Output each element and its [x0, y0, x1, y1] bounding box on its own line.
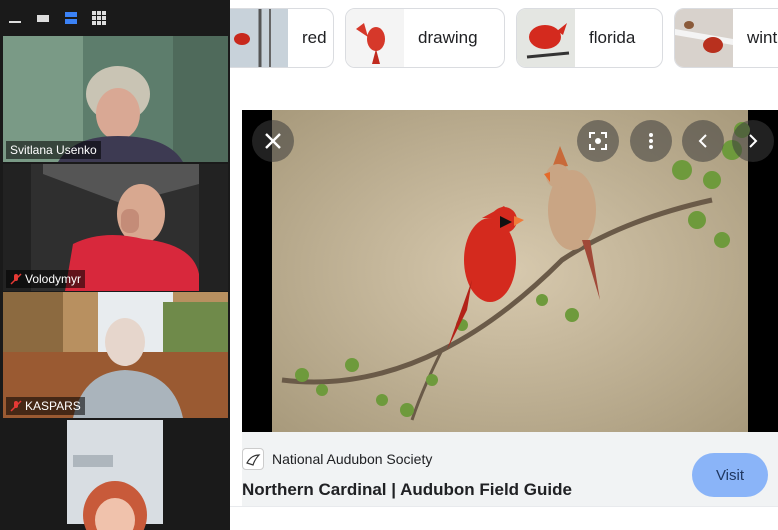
- chip-thumbnail: [517, 9, 575, 67]
- related-chips: red drawing florida wint: [230, 0, 778, 80]
- preview-image[interactable]: [242, 110, 778, 432]
- zoom-gallery-panel: Svitlana Usenko Volodymyr KASPARS: [0, 0, 230, 530]
- chip-label: red: [302, 28, 327, 47]
- participant-tile[interactable]: KASPARS: [3, 292, 228, 418]
- chip-thumbnail: [346, 9, 404, 67]
- speaker-view-icon[interactable]: [62, 9, 80, 27]
- source-row[interactable]: National Audubon Society: [242, 448, 432, 470]
- participant-name: Svitlana Usenko: [10, 143, 97, 157]
- chip-thumbnail: [675, 9, 733, 67]
- image-preview-panel: National Audubon Society Northern Cardin…: [242, 110, 778, 530]
- visit-button[interactable]: Visit: [692, 453, 768, 497]
- participant-name: KASPARS: [25, 399, 81, 413]
- participant-tile[interactable]: Volodymyr: [3, 164, 228, 291]
- google-lens-button[interactable]: [577, 120, 619, 162]
- muted-mic-icon: [10, 400, 22, 412]
- participant-name-tag: Volodymyr: [6, 270, 86, 288]
- participant-name-tag: KASPARS: [6, 397, 85, 415]
- muted-mic-icon: [10, 273, 22, 285]
- chip-red[interactable]: red: [230, 8, 334, 68]
- more-vert-icon: [649, 133, 653, 149]
- chip-label: florida: [589, 28, 636, 47]
- image-search-area: red drawing florida wint National Audubo…: [230, 0, 778, 530]
- bottom-strip: [230, 506, 778, 530]
- close-icon: [265, 133, 281, 149]
- next-image-button[interactable]: [732, 120, 774, 162]
- hide-video-icon[interactable]: [34, 9, 52, 27]
- participant-name: Volodymyr: [25, 272, 82, 286]
- minimize-icon[interactable]: [6, 9, 24, 27]
- chip-florida[interactable]: florida: [516, 8, 663, 68]
- chip-label: wint: [747, 28, 778, 47]
- screen: Svitlana Usenko Volodymyr KASPARS red dr…: [0, 0, 778, 530]
- participant-name-tag: Svitlana Usenko: [6, 141, 101, 159]
- participant-tile[interactable]: [3, 420, 228, 530]
- audubon-logo-icon: [242, 448, 264, 470]
- participant-tile[interactable]: Svitlana Usenko: [3, 36, 228, 162]
- more-options-button[interactable]: [630, 120, 672, 162]
- lens-icon: [589, 132, 607, 150]
- zoom-toolbar: [0, 0, 230, 36]
- chevron-right-icon: [749, 134, 758, 148]
- chip-label: drawing: [418, 28, 478, 47]
- result-title[interactable]: Northern Cardinal | Audubon Field Guide: [242, 480, 572, 500]
- chip-drawing[interactable]: drawing: [345, 8, 505, 68]
- participant-video: [3, 420, 228, 530]
- previous-image-button[interactable]: [682, 120, 724, 162]
- close-preview-button[interactable]: [252, 120, 294, 162]
- chip-thumbnail: [230, 9, 288, 67]
- source-name: National Audubon Society: [272, 451, 433, 467]
- gallery-view-icon[interactable]: [90, 9, 108, 27]
- chip-winter[interactable]: wint: [674, 8, 778, 68]
- chevron-left-icon: [698, 134, 707, 148]
